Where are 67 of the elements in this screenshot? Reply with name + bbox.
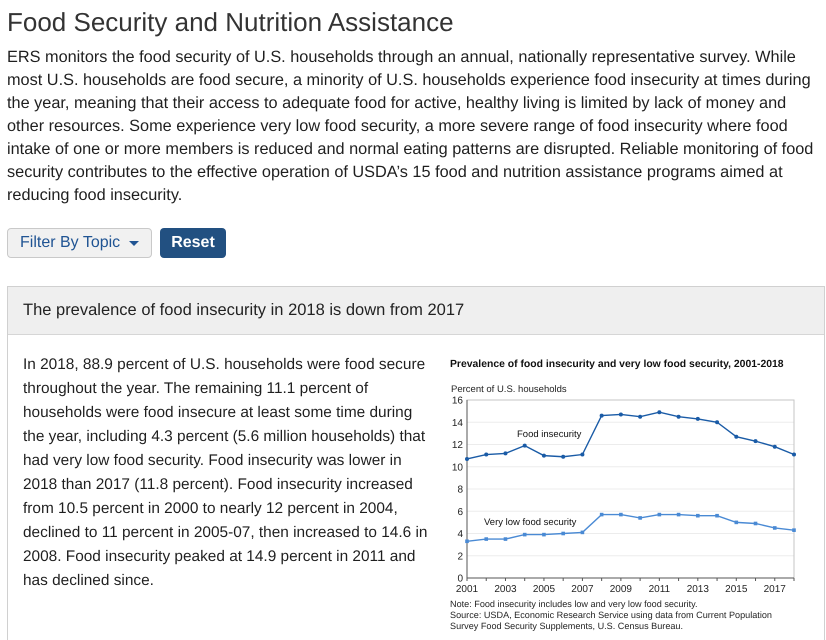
intro-paragraph: ERS monitors the food security of U.S. households through an annual, nationally representative survey. While most U.S. households are food secure, a minority of U.S. households experience food insecurity at times during the year, meaning that their access to adequate food for active, healthy living is limited by lack of money and other resources. Some experience very low food security, a more severe range of food insecurity where food intake of one or more members is reduced and normal eating patterns are disrupted. Reliable monitoring of food security contributes to the effective operation of USDA’s 15 food and nutrition assistance programs aimed at reducing food insecurity. bbox=[7, 47, 814, 206]
axis-tick-label: 2013 bbox=[686, 584, 709, 595]
data-point bbox=[715, 514, 719, 518]
axis-tick-label: 2001 bbox=[456, 584, 478, 595]
series-label: Food insecurity bbox=[517, 429, 582, 440]
data-point bbox=[676, 414, 681, 419]
data-point bbox=[638, 516, 642, 520]
data-point bbox=[638, 414, 642, 419]
axis-tick-label: 4 bbox=[457, 529, 463, 540]
caret-icon bbox=[129, 240, 140, 246]
axis-tick-label: 2017 bbox=[764, 584, 786, 595]
data-point bbox=[600, 512, 604, 516]
data-point bbox=[658, 512, 662, 516]
axis-tick-label: 2011 bbox=[648, 584, 670, 595]
data-point bbox=[676, 512, 680, 516]
data-point bbox=[792, 452, 796, 457]
data-point bbox=[484, 537, 488, 541]
series-label: Very low food security bbox=[484, 517, 576, 528]
data-point bbox=[580, 530, 584, 534]
data-point bbox=[465, 540, 469, 544]
chart-note: Note: Food insecurity includes low and very low food security. bbox=[450, 599, 698, 610]
axis-tick-label: 2009 bbox=[610, 584, 632, 595]
data-point bbox=[772, 526, 777, 530]
chart-note: Source: USDA, Economic Research Service using data from Current Population Survey Food Security Supplements, U.S. Census Bureau. bbox=[450, 610, 773, 632]
axis-tick-label: 2007 bbox=[571, 584, 594, 595]
data-point bbox=[542, 454, 546, 458]
data-point bbox=[696, 416, 700, 421]
data-point bbox=[792, 528, 796, 532]
data-point bbox=[503, 451, 508, 456]
chart-title: Prevalence of food insecurity and very low food security, 2001-2018 bbox=[450, 358, 785, 372]
data-point bbox=[619, 512, 623, 516]
card-heading: The prevalence of food insecurity in 2018 is down from 2017 bbox=[23, 300, 464, 322]
axis-tick-label: 2005 bbox=[532, 584, 556, 595]
data-point bbox=[734, 520, 738, 524]
axis-tick-label: 10 bbox=[452, 462, 463, 474]
axis-tick-label: 16 bbox=[452, 396, 463, 406]
axis-tick-label: 0 bbox=[457, 574, 463, 584]
data-point bbox=[772, 444, 777, 449]
data-point bbox=[754, 439, 758, 444]
axis-tick-label: 2 bbox=[457, 551, 463, 562]
data-point bbox=[618, 412, 623, 416]
data-point bbox=[657, 410, 662, 414]
page-title: Food Security and Nutrition Assistance bbox=[7, 6, 455, 39]
data-point bbox=[715, 420, 720, 424]
data-point bbox=[754, 522, 758, 526]
axis-tick-label: 6 bbox=[457, 506, 463, 518]
axis-tick-label: 14 bbox=[452, 418, 463, 429]
axis-tick-label: 2003 bbox=[494, 584, 517, 595]
data-point bbox=[580, 452, 584, 457]
data-point bbox=[522, 532, 526, 536]
axis-title: Percent of U.S. households bbox=[451, 384, 567, 395]
axis-tick-label: 8 bbox=[457, 484, 463, 496]
data-point bbox=[696, 514, 700, 518]
data-point bbox=[522, 444, 527, 448]
data-point bbox=[504, 537, 508, 541]
data-point bbox=[561, 454, 566, 459]
data-point bbox=[600, 414, 604, 418]
reset-button[interactable]: Reset bbox=[160, 228, 226, 258]
axis-tick-label: 2015 bbox=[725, 584, 748, 595]
axis-tick-label: 12 bbox=[452, 440, 463, 451]
data-point bbox=[465, 456, 469, 461]
data-point bbox=[484, 452, 488, 457]
card-body-text: In 2018, 88.9 percent of U.S. households were food secure throughout the year. The remaining 11.1 percent of households were food insecure at least some time during the year, including 4.3 percent (5.6 million households) that had very low food security. Food insecurity was lower in 2018 than 2017 (11.8 percent). Food insecurity increased from 10.5 percent in 2000 to nearly 12 percent in 2004, declined to 11 percent in 2005-07, then increased to 14.6 in 2008. Food insecurity peaked at 14.9 percent in 2011 and has declined since. bbox=[23, 355, 428, 591]
data-point bbox=[561, 532, 565, 536]
filter-dropdown[interactable]: Filter By Topic bbox=[7, 228, 152, 258]
data-point bbox=[734, 434, 738, 439]
data-point bbox=[542, 532, 546, 536]
